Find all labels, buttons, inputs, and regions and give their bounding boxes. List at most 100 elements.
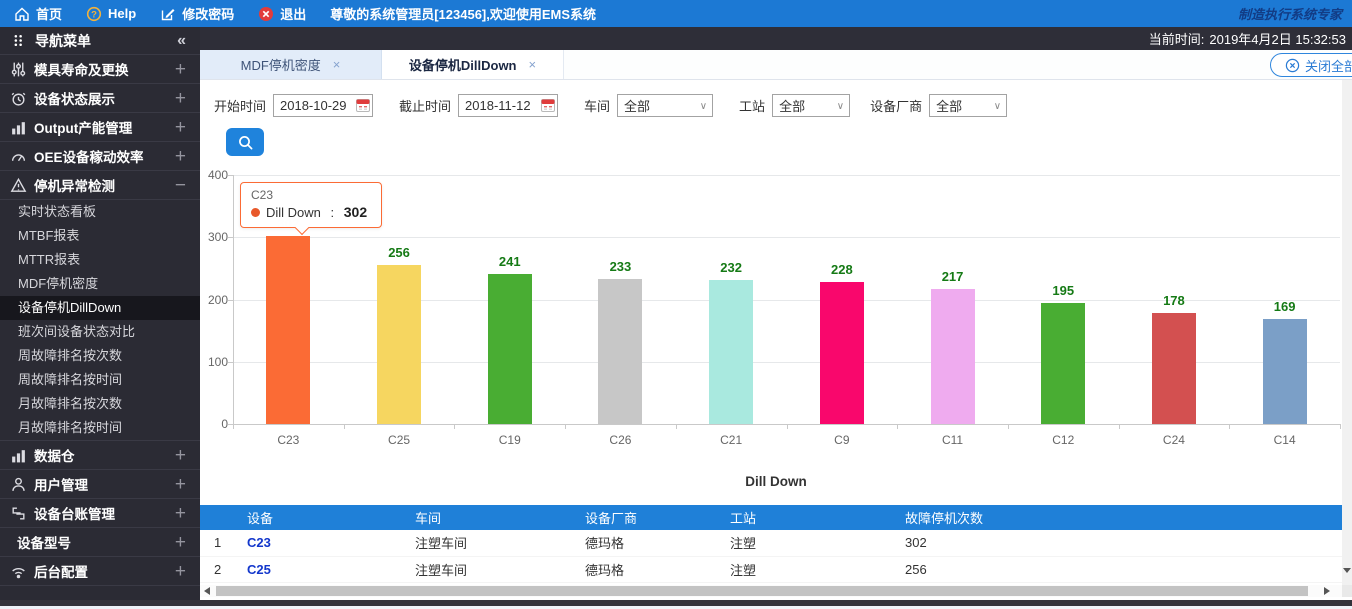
- chart-bar[interactable]: [709, 280, 753, 424]
- x-axis-category-label: C24: [1134, 433, 1214, 447]
- sidebar-subitem[interactable]: MDF停机密度: [0, 272, 200, 296]
- sidebar: 导航菜单 « 模具寿命及更换+设备状态展示+Output产能管理+OEE设备稼动…: [0, 27, 200, 600]
- calendar-icon[interactable]: [356, 98, 370, 112]
- horizontal-scrollbar[interactable]: [200, 585, 1352, 597]
- close-icon[interactable]: ×: [333, 57, 341, 72]
- sidebar-subitem[interactable]: 班次间设备状态对比: [0, 320, 200, 344]
- vertical-scrollbar[interactable]: [1342, 80, 1352, 585]
- chart-bar[interactable]: [1041, 303, 1085, 424]
- sidebar-group[interactable]: 模具寿命及更换+: [0, 55, 200, 84]
- sidebar-submenu: 实时状态看板MTBF报表MTTR报表MDF停机密度设备停机DillDown班次间…: [0, 200, 200, 441]
- tab[interactable]: 设备停机DillDown ×: [382, 50, 564, 79]
- sidebar-subitem[interactable]: MTTR报表: [0, 248, 200, 272]
- scroll-down-icon[interactable]: [1343, 568, 1351, 573]
- expand-plus-icon[interactable]: +: [175, 533, 186, 552]
- user-icon: [10, 476, 27, 493]
- edit-icon: [160, 6, 176, 22]
- bar-value-label: 256: [364, 245, 434, 260]
- close-all-label: 关闭全部: [1305, 56, 1352, 75]
- expand-plus-icon[interactable]: +: [175, 118, 186, 137]
- chart-bar[interactable]: [1152, 313, 1196, 424]
- scroll-left-icon[interactable]: [204, 587, 210, 595]
- x-axis-category-label: C12: [1023, 433, 1103, 447]
- table-header-cell: 车间: [402, 505, 572, 530]
- tooltip-arrow: [295, 221, 309, 235]
- table-cell: 注塑车间: [402, 530, 572, 556]
- expand-plus-icon[interactable]: +: [175, 60, 186, 79]
- close-all-button[interactable]: 关闭全部: [1270, 53, 1352, 77]
- sidebar-subitem[interactable]: 月故障排名按时间: [0, 416, 200, 440]
- sidebar-subitem[interactable]: 周故障排名按次数: [0, 344, 200, 368]
- sidebar-collapse-icon[interactable]: «: [177, 32, 186, 50]
- sidebar-group[interactable]: 停机异常检测−: [0, 171, 200, 200]
- chart-bar[interactable]: [931, 289, 975, 424]
- expand-plus-icon[interactable]: +: [175, 89, 186, 108]
- sidebar-group[interactable]: 用户管理+: [0, 470, 200, 499]
- table-cell: 注塑车间: [402, 556, 572, 582]
- logout-button[interactable]: 退出: [258, 4, 306, 23]
- tab-label: 设备停机DillDown: [409, 55, 517, 74]
- change-password-button[interactable]: 修改密码: [160, 4, 234, 23]
- workshop-select[interactable]: 全部 ∨: [617, 94, 713, 117]
- filter-bar: 开始时间 截止时间: [214, 94, 1352, 117]
- top-bar: 首页 ? Help 修改密码 退出 尊敬的系统管理员[123456],欢迎使用E…: [0, 0, 1352, 27]
- gauge-icon: [10, 148, 27, 165]
- chart-bar[interactable]: [820, 282, 864, 424]
- sidebar-subitem[interactable]: 月故障排名按次数: [0, 392, 200, 416]
- search-button[interactable]: [226, 128, 264, 156]
- help-button[interactable]: ? Help: [86, 6, 136, 22]
- home-button[interactable]: 首页: [14, 4, 62, 23]
- device-link[interactable]: C23: [247, 535, 271, 550]
- sidebar-group[interactable]: OEE设备稼动效率+: [0, 142, 200, 171]
- result-table-body: 1C23注塑车间德玛格注塑3022C25注塑车间德玛格注塑256: [200, 530, 1342, 582]
- chart-bar[interactable]: [1263, 319, 1307, 424]
- series-marker-icon: [251, 208, 260, 217]
- scrollbar-corner: [1342, 585, 1352, 597]
- result-table: 设备车间设备厂商工站故障停机次数 1C23注塑车间德玛格注塑3022C25注塑车…: [200, 505, 1342, 583]
- sidebar-group[interactable]: 设备台账管理+: [0, 499, 200, 528]
- sidebar-subitem[interactable]: 实时状态看板: [0, 200, 200, 224]
- scroll-right-icon[interactable]: [1324, 587, 1330, 595]
- sidebar-group-label: 数据仓: [34, 445, 75, 465]
- calendar-icon[interactable]: [541, 98, 555, 112]
- table-row: 2C25注塑车间德玛格注塑256: [200, 556, 1342, 582]
- collapse-minus-icon[interactable]: −: [175, 176, 186, 195]
- tab[interactable]: MDF停机密度×: [200, 50, 382, 79]
- sidebar-subitem[interactable]: MTBF报表: [0, 224, 200, 248]
- sidebar-subitem[interactable]: 周故障排名按时间: [0, 368, 200, 392]
- sidebar-group[interactable]: 设备型号+: [0, 528, 200, 557]
- x-axis-tick: [1119, 424, 1120, 429]
- expand-plus-icon[interactable]: +: [175, 504, 186, 523]
- sidebar-group[interactable]: 设备状态展示+: [0, 84, 200, 113]
- station-label: 工站: [739, 96, 765, 115]
- vendor-select[interactable]: 全部 ∨: [929, 94, 1007, 117]
- expand-plus-icon[interactable]: +: [175, 475, 186, 494]
- sidebar-group[interactable]: Output产能管理+: [0, 113, 200, 142]
- chart-bar[interactable]: [377, 265, 421, 424]
- tooltip-category: C23: [251, 188, 367, 202]
- sidebar-subitem[interactable]: 设备停机DillDown: [0, 296, 200, 320]
- device-link[interactable]: C25: [247, 562, 271, 577]
- expand-plus-icon[interactable]: +: [175, 446, 186, 465]
- sidebar-group[interactable]: 数据仓 +: [0, 441, 200, 470]
- close-icon[interactable]: ×: [529, 57, 537, 72]
- svg-text:?: ?: [91, 9, 97, 20]
- expand-plus-icon[interactable]: +: [175, 562, 186, 581]
- table-cell: 注塑: [717, 530, 892, 556]
- scrollbar-thumb[interactable]: [216, 586, 1308, 596]
- x-axis-category-label: C19: [470, 433, 550, 447]
- chart-bar[interactable]: [598, 279, 642, 424]
- sidebar-group[interactable]: 后台配置+: [0, 557, 200, 586]
- bar-chart-icon: [10, 447, 27, 464]
- table-cell: 256: [892, 556, 1342, 582]
- station-select[interactable]: 全部 ∨: [772, 94, 850, 117]
- station-group: 工站 全部 ∨: [739, 94, 850, 117]
- top-bar-left: 首页 ? Help 修改密码 退出 尊敬的系统管理员[123456],欢迎使用E…: [0, 4, 1238, 23]
- table-header-cell: 工站: [717, 505, 892, 530]
- x-axis-category-label: C9: [802, 433, 882, 447]
- chart-bar[interactable]: [488, 274, 532, 424]
- chevron-down-icon: ∨: [837, 101, 844, 112]
- chart-bar[interactable]: [266, 236, 310, 424]
- expand-plus-icon[interactable]: +: [175, 147, 186, 166]
- table-cell: 302: [892, 530, 1342, 556]
